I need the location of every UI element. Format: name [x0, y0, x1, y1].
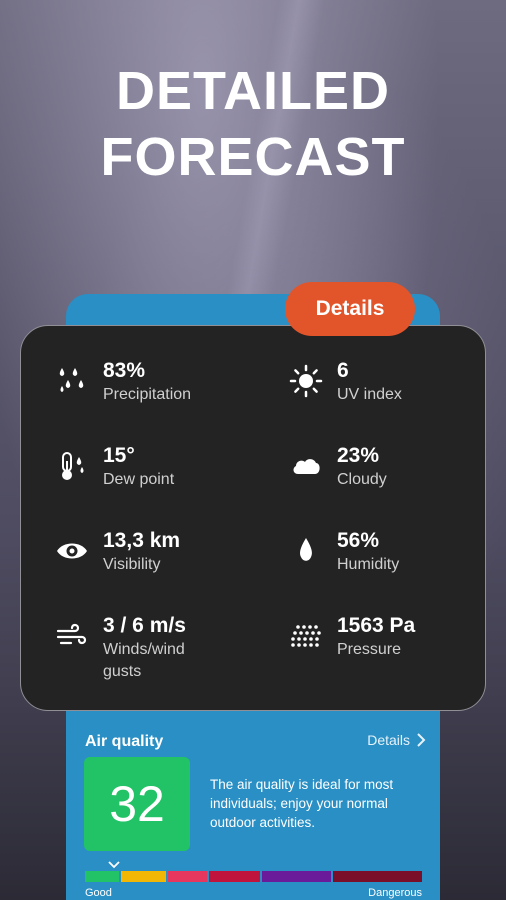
air-quality-details-link[interactable]: Details	[367, 732, 426, 748]
scale-segment	[262, 871, 332, 882]
scale-label-dangerous: Dangerous	[368, 887, 422, 899]
visibility-value: 13,3 km	[103, 529, 181, 552]
scale-segment	[333, 871, 422, 882]
cloudy-label: Cloudy	[337, 471, 387, 488]
cloudy-value: 23%	[337, 444, 380, 467]
drop-icon	[289, 534, 323, 568]
air-quality-title: Air quality	[85, 733, 164, 750]
metric-visibility: 13,3 km Visibility	[55, 528, 180, 576]
forecast-details-card: 83% Precipitation 6 UV index 15° Dew poi…	[20, 325, 486, 711]
precipitation-label: Precipitation	[103, 386, 192, 403]
cloud-icon	[289, 449, 323, 483]
uv-index-label: UV index	[337, 386, 402, 403]
humidity-value: 56%	[337, 529, 380, 552]
pressure-value: 1563 Pa	[337, 614, 416, 637]
raindrops-icon	[55, 364, 89, 398]
air-quality-description: The air quality is ideal for most indivi…	[210, 777, 394, 830]
scale-label-good: Good	[85, 887, 112, 899]
thermometer-icon	[55, 449, 89, 483]
metric-pressure: 1563 Pa Pressure	[289, 613, 415, 661]
sun-icon	[289, 364, 323, 398]
headline-line-2: FORECAST	[100, 127, 406, 187]
air-quality-details-label: Details	[367, 732, 410, 748]
air-quality-index: 32	[109, 776, 165, 832]
chevron-right-icon	[417, 733, 426, 747]
visibility-label: Visibility	[103, 556, 161, 573]
scale-segment	[167, 871, 208, 882]
precipitation-value: 83%	[103, 359, 146, 382]
air-quality-panel: Air quality Details 32 The air quality i…	[66, 711, 440, 900]
metric-dew-point: 15° Dew point	[55, 443, 174, 491]
metric-precipitation: 83% Precipitation	[55, 358, 191, 406]
wind-label: Winds/wind gusts	[103, 641, 185, 680]
pressure-label: Pressure	[337, 641, 402, 658]
details-button[interactable]: Details	[285, 282, 415, 336]
wind-value: 3 / 6 m/s	[103, 614, 186, 637]
wind-icon	[55, 619, 89, 653]
metric-cloudy: 23% Cloudy	[289, 443, 387, 491]
headline: DETAILED FORECAST	[0, 58, 506, 190]
headline-line-1: DETAILED	[116, 61, 390, 121]
metric-humidity: 56% Humidity	[289, 528, 399, 576]
metric-wind: 3 / 6 m/s Winds/wind gusts	[55, 613, 223, 683]
scale-segment	[121, 871, 166, 882]
dew-point-value: 15°	[103, 444, 135, 467]
metric-uv-index: 6 UV index	[289, 358, 402, 406]
scale-segment	[85, 871, 120, 882]
dew-point-label: Dew point	[103, 471, 175, 488]
chevron-down-icon	[108, 861, 120, 869]
eye-icon	[55, 534, 89, 568]
air-quality-scale	[85, 871, 422, 882]
uv-index-value: 6	[337, 359, 349, 382]
scale-segment	[209, 871, 261, 882]
pressure-icon	[289, 619, 323, 653]
humidity-label: Humidity	[337, 556, 400, 573]
air-quality-index-box: 32	[84, 757, 190, 851]
